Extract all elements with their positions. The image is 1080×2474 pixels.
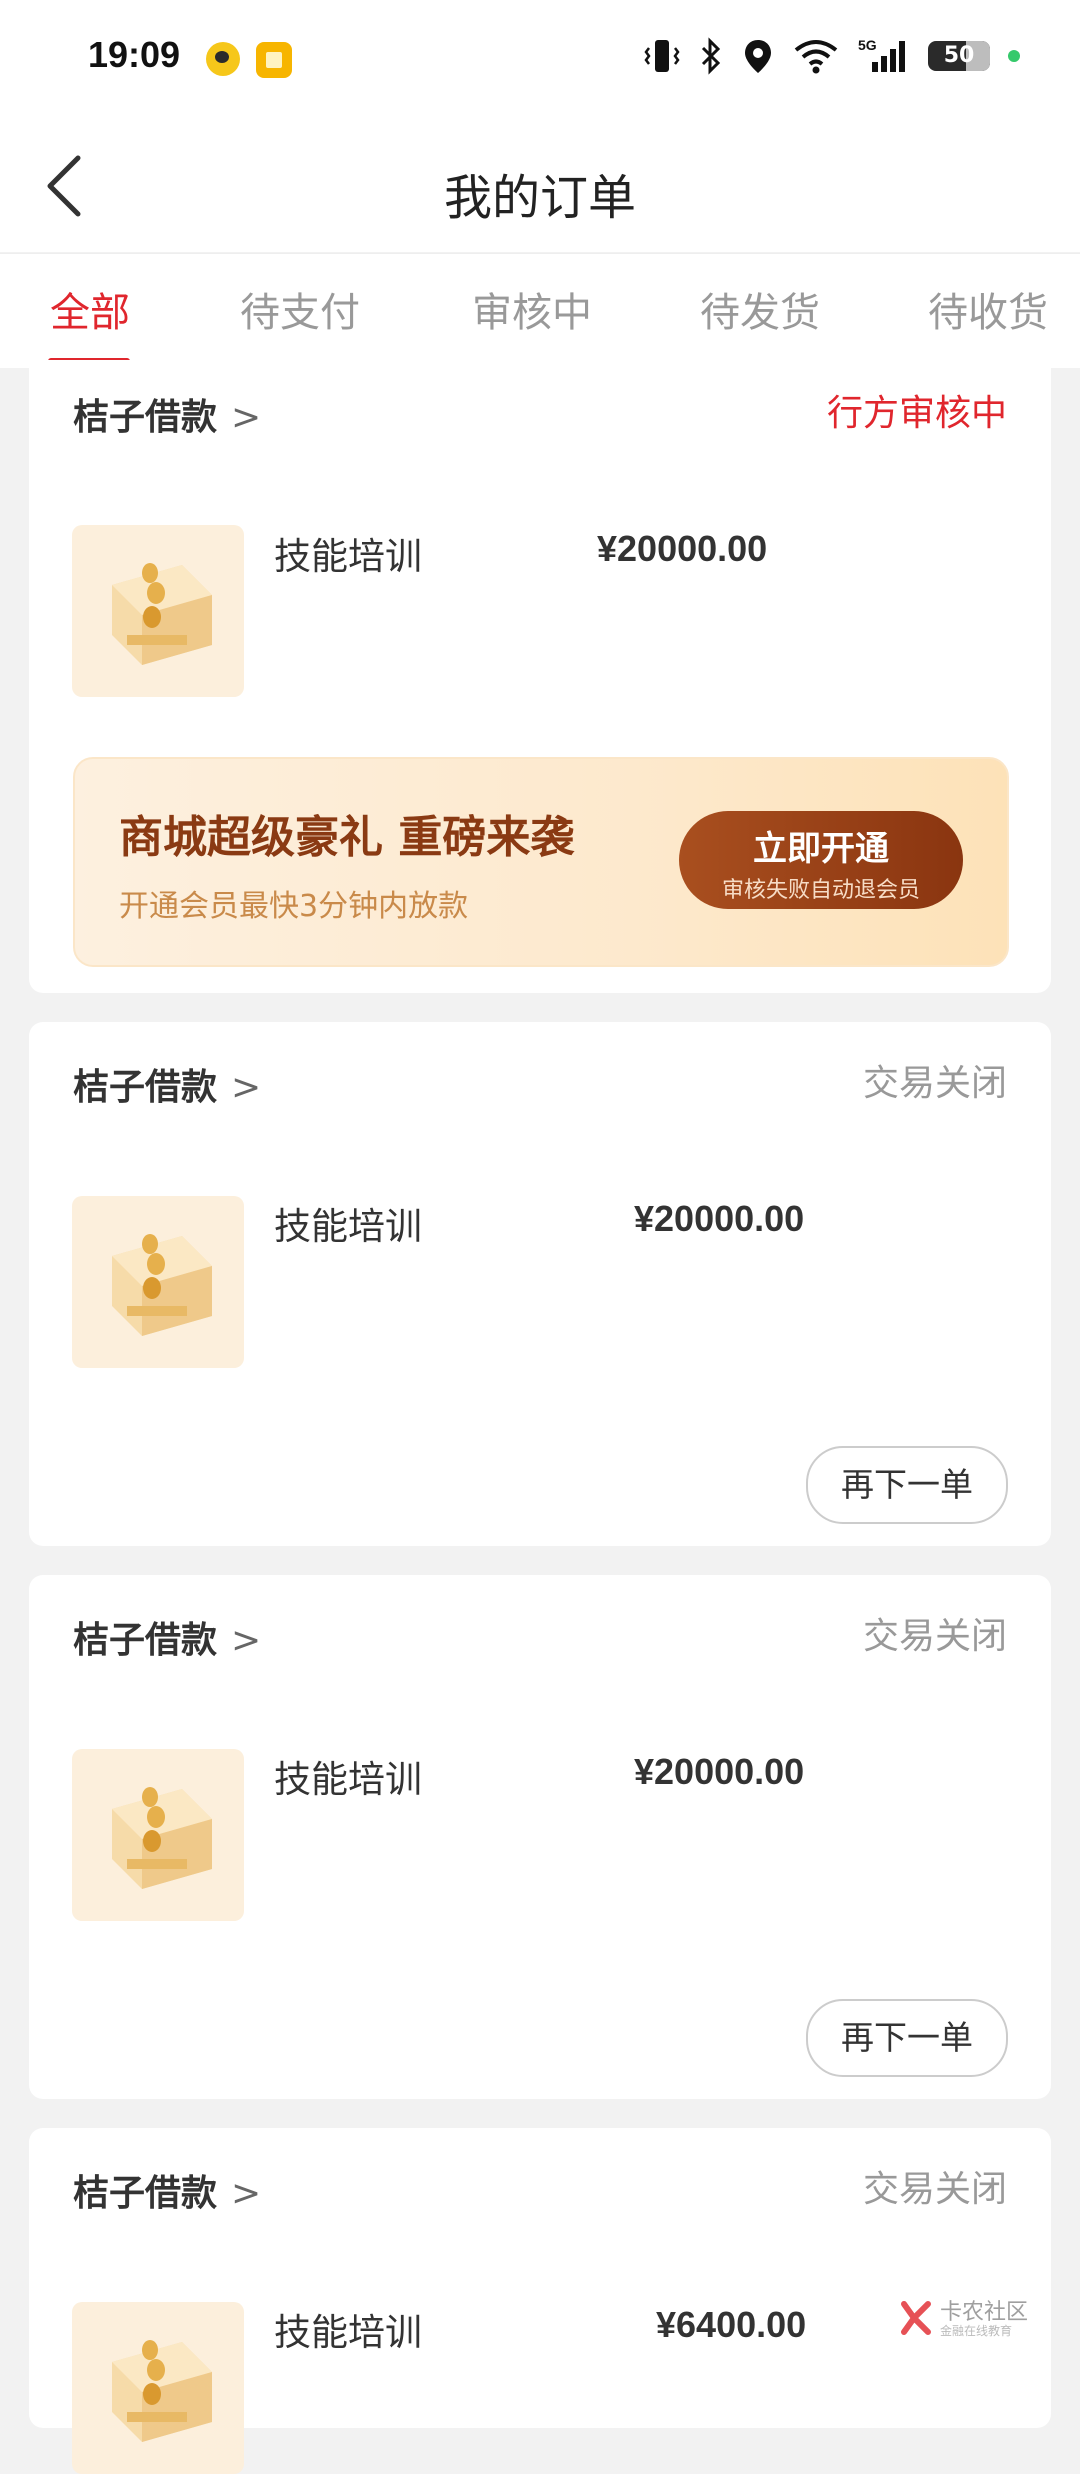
app-notification-icon-2	[256, 42, 292, 78]
product-name: 技能培训	[274, 2311, 422, 2354]
product-thumbnail	[72, 525, 244, 697]
product-name: 技能培训	[274, 1758, 422, 1801]
status-bar: 19:09 5G 50	[0, 0, 1080, 120]
tab-pending-shipment[interactable]: 待发货	[700, 280, 820, 338]
product-thumbnail	[72, 1749, 244, 1921]
merchant-name[interactable]: 桔子借款 >	[73, 1611, 261, 1663]
vibrate-icon	[644, 40, 680, 72]
tab-all[interactable]: 全部	[50, 280, 130, 338]
order-card[interactable]: 桔子借款 > 交易关闭 技能培训 ¥20000.00 再下一单	[29, 1575, 1051, 2099]
merchant-name[interactable]: 桔子借款 >	[73, 1058, 261, 1110]
promo-title: 商城超级豪礼 重磅来袭	[119, 812, 575, 863]
status-icons: 5G 50	[644, 36, 1020, 76]
order-tabs: 全部 待支付 审核中 待发货 待收货	[0, 253, 1080, 368]
product-name: 技能培训	[274, 1205, 422, 1248]
product-name: 技能培训	[274, 535, 422, 578]
merchant-label: 桔子借款	[73, 1620, 218, 1661]
nav-header: 我的订单	[0, 120, 1080, 252]
product-price: ¥20000.00	[597, 528, 768, 569]
merchant-label: 桔子借款	[73, 397, 218, 438]
signal-5g-icon: 5G	[858, 37, 905, 72]
app-notification-icon	[206, 42, 240, 76]
promo-subtitle: 开通会员最快3分钟内放款	[119, 889, 469, 924]
order-status: 行方审核中	[826, 393, 1007, 434]
merchant-label: 桔子借款	[73, 1067, 218, 1108]
tab-under-review[interactable]: 审核中	[472, 280, 592, 338]
activate-membership-button[interactable]: 立即开通 审核失败自动退会员	[679, 811, 963, 909]
svg-text:5G: 5G	[858, 37, 877, 53]
chevron-right-icon: >	[231, 1620, 262, 1661]
order-status: 交易关闭	[862, 1616, 1007, 1657]
order-status: 交易关闭	[862, 1063, 1007, 1104]
status-time: 19:09	[88, 34, 181, 75]
watermark-subtext: 金融在线教育	[940, 2324, 1013, 2338]
coin-box-icon	[112, 1234, 212, 1336]
product-thumbnail	[72, 2302, 244, 2474]
tab-pending-receipt[interactable]: 待收货	[928, 280, 1048, 338]
kanong-logo-icon	[901, 2301, 931, 2335]
coin-box-icon	[112, 1787, 212, 1889]
page-title: 我的订单	[443, 170, 636, 226]
chevron-right-icon: >	[231, 397, 262, 438]
watermark: 卡农社区 金融在线教育	[898, 2294, 1028, 2344]
membership-promo-banner[interactable]: 商城超级豪礼 重磅来袭 开通会员最快3分钟内放款 立即开通 审核失败自动退会员	[73, 757, 1009, 967]
wifi-icon	[794, 40, 838, 74]
chevron-right-icon: >	[231, 1067, 262, 1108]
reorder-button[interactable]: 再下一单	[806, 1446, 1008, 1524]
reorder-button[interactable]: 再下一单	[806, 1999, 1008, 2077]
privacy-indicator	[1008, 50, 1020, 62]
bluetooth-icon	[701, 37, 721, 75]
product-thumbnail	[72, 1196, 244, 1368]
coin-box-icon	[112, 563, 212, 665]
order-status: 交易关闭	[862, 2169, 1007, 2210]
merchant-name[interactable]: 桔子借款 >	[73, 388, 261, 440]
coin-box-icon	[112, 2340, 212, 2442]
promo-button-label: 立即开通	[753, 829, 889, 869]
promo-button-sublabel: 审核失败自动退会员	[721, 878, 920, 903]
chevron-right-icon: >	[231, 2173, 262, 2214]
product-price: ¥6400.00	[656, 2304, 807, 2345]
order-card[interactable]: 桔子借款 > 交易关闭 技能培训 ¥6400.00	[29, 2128, 1051, 2474]
tab-pending-payment[interactable]: 待支付	[240, 280, 360, 338]
order-card[interactable]: 桔子借款 > 行方审核中 技能培训 ¥20000.00 商城超级豪礼 重磅来袭 开…	[29, 360, 1051, 993]
product-price: ¥20000.00	[634, 1751, 805, 1792]
product-price: ¥20000.00	[634, 1198, 805, 1239]
location-icon	[745, 40, 771, 73]
battery-level: 50	[943, 43, 975, 68]
battery-icon: 50	[928, 41, 990, 71]
merchant-name[interactable]: 桔子借款 >	[73, 2164, 261, 2216]
merchant-label: 桔子借款	[73, 2173, 218, 2214]
order-card[interactable]: 桔子借款 > 交易关闭 技能培训 ¥20000.00 再下一单	[29, 1022, 1051, 1546]
